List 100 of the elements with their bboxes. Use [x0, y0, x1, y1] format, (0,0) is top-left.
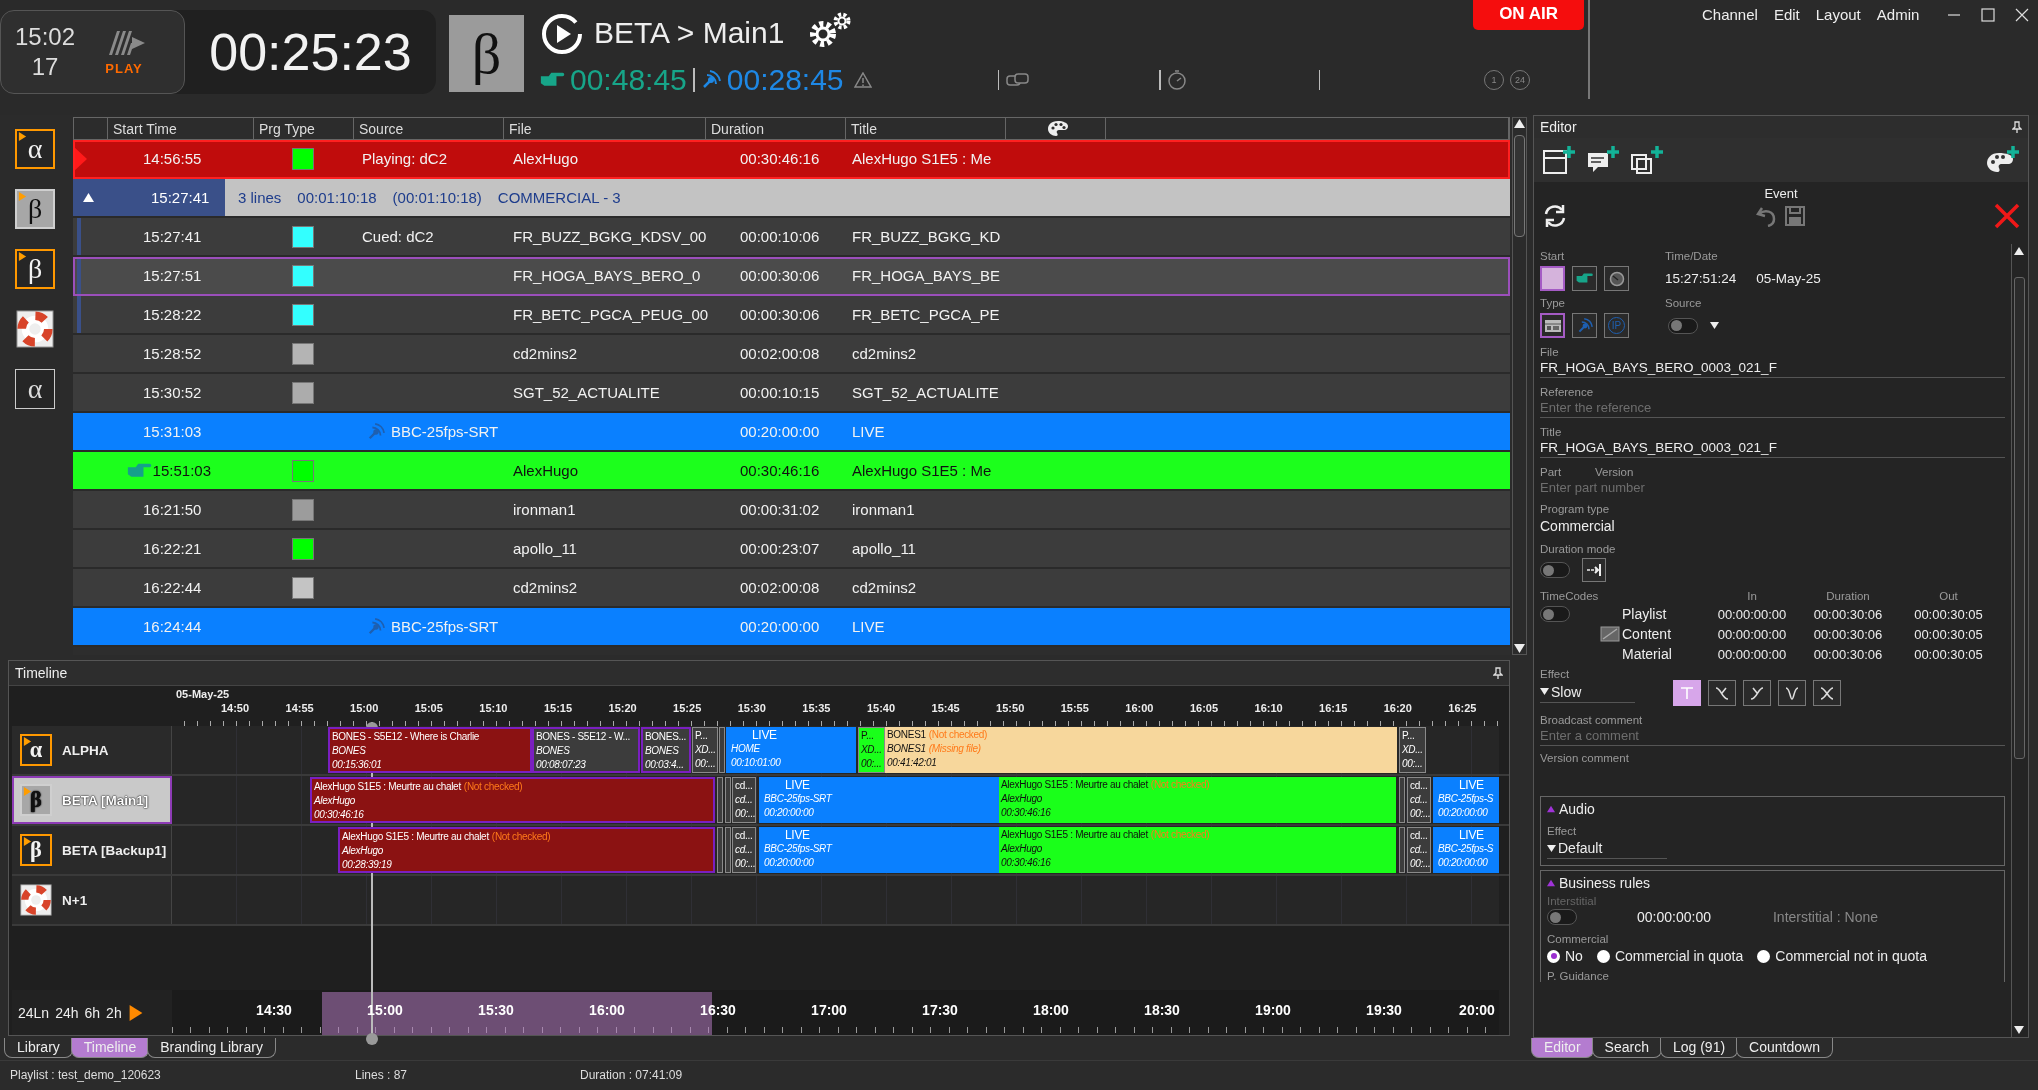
group-row[interactable]: 15:27:41 3 lines 00:01:10:18 (00:01:10:18) COMMERCIAL - 3 [73, 179, 1510, 218]
timeline-clip[interactable]: BONES - S5E12 - Where is Charlie BONES 00:15:36:01 [328, 727, 532, 773]
channel-button[interactable]: α [15, 369, 55, 409]
timer-icon[interactable] [1166, 69, 1187, 91]
maximize-icon[interactable] [1981, 8, 1996, 22]
scroll-up-icon[interactable] [1514, 118, 1525, 129]
timeline-clip[interactable]: BONES - S5E12 - W... BONES 00:08:07:23 [532, 727, 640, 773]
playlist-row[interactable]: 16:22:21 apollo_11 00:00:23:07 apollo_11 [73, 530, 1510, 569]
clip-marker[interactable] [725, 777, 731, 823]
timeline-clip[interactable]: LIVE BBC-25fps-SRT 00:20:00:00 [759, 777, 999, 823]
clip-marker[interactable] [717, 777, 723, 823]
tab[interactable]: Countdown [1736, 1038, 1833, 1059]
timeline-clip[interactable]: LIVE HOME 00:10:01:00 [726, 727, 856, 773]
scroll-down-icon[interactable] [2014, 1025, 2024, 1036]
timeline-clip[interactable]: cd... cd... 00:... [732, 827, 756, 873]
menu-item[interactable]: Layout [1815, 6, 1861, 23]
scroll-up-icon[interactable] [2014, 246, 2024, 256]
timeline-clip[interactable]: AlexHugo S1E5 : Meurtre au chalet (Not checked) AlexHugo 00:30:46:16 [999, 827, 1396, 873]
menu-item[interactable]: Channel [1702, 6, 1758, 23]
transition-button[interactable] [1778, 680, 1806, 706]
scrollbar-thumb[interactable] [1514, 135, 1525, 237]
playlist-row[interactable]: 15:30:52 SGT_52_ACTUALITE 00:00:10:15 SGT_52_ACTUALITE [73, 374, 1510, 413]
start-mode-button[interactable] [1604, 266, 1629, 291]
column-header[interactable]: Start Time [108, 118, 254, 139]
timeline-clip[interactable]: P... XD... 00:... [692, 727, 718, 773]
playlist-row[interactable]: 15:28:52 cd2mins2 00:02:00:08 cd2mins2 [73, 335, 1510, 374]
playlist-row[interactable]: 15:27:41 Cued: dC2 FR_BUZZ_BGKG_KDSV_00 00:00:10:06 FR_BUZZ_BGKG_KD [73, 218, 1510, 257]
zoom-option[interactable]: 6h [84, 1004, 101, 1021]
timeline-clip[interactable]: P... XD... 00:... [1399, 727, 1426, 773]
column-header[interactable]: Source [354, 118, 504, 139]
scroll-down-icon[interactable] [1514, 643, 1525, 654]
tab[interactable]: Library [4, 1038, 73, 1058]
tab[interactable]: Log (91) [1659, 1038, 1739, 1059]
column-header[interactable]: File [504, 118, 706, 139]
effect-dropdown[interactable]: Slow [1540, 683, 1635, 703]
play-circle-icon[interactable] [540, 12, 584, 56]
collapse-icon[interactable] [1547, 805, 1555, 813]
add-layers-icon[interactable] [1630, 145, 1664, 175]
timeline-clip[interactable]: P... XD... 00:... [858, 727, 885, 773]
track-header[interactable]: β BETA [Main1] [12, 776, 172, 824]
channel-button[interactable]: β [15, 249, 55, 289]
timeline-clip[interactable]: BONES... BONES 00:03:4... [641, 727, 691, 773]
save-icon[interactable] [1784, 205, 1806, 227]
color-swatch-button[interactable] [1540, 266, 1565, 291]
playlist-row[interactable]: 15:27:51 FR_HOGA_BAYS_BERO_0 00:00:30:06 FR_HOGA_BAYS_BE [73, 257, 1510, 296]
timeline-clip[interactable]: cd... cd... 00:... [1407, 827, 1431, 873]
zoom-option[interactable]: 24h [55, 1004, 79, 1021]
clip-marker[interactable] [725, 827, 731, 873]
column-header[interactable]: Prg Type [254, 118, 354, 139]
transition-button[interactable] [1743, 680, 1771, 706]
column-header[interactable]: Duration [706, 118, 846, 139]
playlist-row[interactable]: 14:56:55 Playing: dC2 AlexHugo 00:30:46:16 AlexHugo S1E5 : Me [73, 140, 1510, 179]
zoom-option[interactable]: 24Ln [18, 1004, 50, 1021]
zoom-arrow-icon[interactable] [127, 1004, 144, 1021]
on-air-button[interactable]: ON AIR [1473, 0, 1584, 30]
clip-marker[interactable] [1399, 827, 1405, 873]
clip-marker[interactable] [719, 727, 725, 773]
channel-button[interactable]: β [15, 189, 55, 229]
expand-icon[interactable] [83, 192, 94, 203]
timeline-clip[interactable]: AlexHugo S1E5 : Meurtre au chalet (Not checked) AlexHugo 00:30:46:16 [999, 777, 1396, 823]
track-header[interactable]: α ALPHA [12, 726, 172, 774]
channel-button[interactable] [15, 309, 55, 349]
duration-mode-button[interactable] [1582, 558, 1606, 582]
radio-option[interactable]: Commercial not in quota [1757, 948, 1928, 964]
toggle-switch[interactable] [1540, 562, 1570, 578]
clip-marker[interactable] [717, 827, 723, 873]
scrollbar-thumb[interactable] [2013, 277, 2025, 760]
timeline-clip[interactable]: cd... cd... 00:... [1407, 777, 1431, 823]
timeline-clip[interactable]: BONES1 (Not checked) BONES1 (Missing file) 00:41:42:01 [885, 727, 1397, 773]
timeline-clip[interactable]: LIVE BBC-25fps-S 00:20:00:00 [1433, 777, 1499, 823]
add-comment-icon[interactable] [1586, 145, 1620, 175]
tab[interactable]: Search [1591, 1038, 1662, 1059]
refresh-icon[interactable] [1542, 203, 1568, 229]
start-mode-button[interactable] [1572, 266, 1597, 291]
channel-button[interactable]: α [15, 129, 55, 169]
add-window-icon[interactable] [1542, 145, 1576, 175]
timeline-clip[interactable]: LIVE BBC-25fps-SRT 00:20:00:00 [759, 827, 999, 873]
toggle-switch[interactable] [1547, 909, 1577, 925]
link-icon[interactable] [1005, 71, 1032, 89]
timeline-clip[interactable]: AlexHugo S1E5 : Meurtre au chalet (Not checked) AlexHugo 00:30:46:16 [310, 777, 715, 823]
track-header[interactable]: β BETA [Backup1] [12, 826, 172, 874]
text-field[interactable]: FR_HOGA_BAYS_BERO_0003_021_F [1540, 360, 2005, 378]
menu-item[interactable]: Admin [1876, 6, 1920, 23]
clip-marker[interactable] [1399, 777, 1405, 823]
effect-dropdown[interactable]: Default [1547, 840, 1667, 859]
column-header[interactable]: Title [846, 118, 1006, 139]
playlist-row[interactable]: 15:51:03 AlexHugo 00:30:46:16 AlexHugo S1E5 : Me [73, 452, 1510, 491]
timeline-clip[interactable]: AlexHugo S1E5 : Meurtre au chalet (Not checked) AlexHugo 00:28:39:19 [338, 827, 715, 873]
radio-option[interactable]: Commercial in quota [1596, 948, 1744, 964]
pin-icon[interactable] [2012, 121, 2022, 133]
transition-button[interactable] [1708, 680, 1736, 706]
toggle-switch[interactable] [1668, 317, 1698, 334]
type-button[interactable] [1572, 313, 1597, 338]
transition-button[interactable] [1813, 680, 1841, 706]
text-field[interactable]: FR_HOGA_BAYS_BERO_0003_021_F [1540, 440, 2005, 458]
playlist-row[interactable]: 16:21:50 ironman1 00:00:31:02 ironman1 [73, 491, 1510, 530]
zoom-option[interactable]: 2h [106, 1004, 122, 1021]
palette-add-icon[interactable] [1986, 145, 2020, 175]
type-button[interactable] [1540, 313, 1565, 338]
tab[interactable]: Branding Library [147, 1038, 276, 1058]
